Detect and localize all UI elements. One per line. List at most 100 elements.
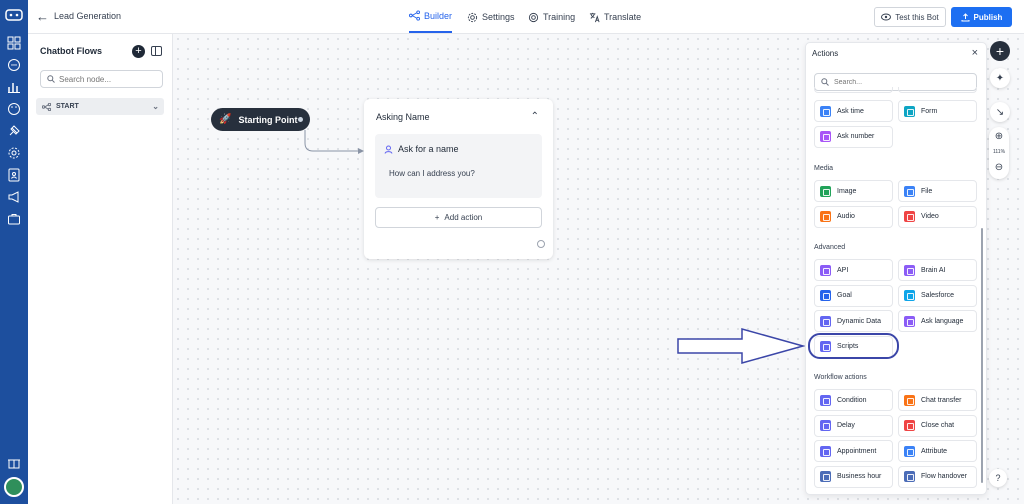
magic-wand-icon[interactable]: ✦ — [990, 68, 1010, 88]
flow-item-start[interactable]: START ⌄ — [36, 98, 164, 115]
toggle-panel-icon[interactable] — [151, 46, 162, 56]
node-port[interactable] — [537, 240, 545, 248]
action-item-label: Image — [837, 187, 857, 195]
attribute-icon — [904, 445, 915, 457]
action-item-flow-handover[interactable]: Flow handover — [898, 465, 977, 488]
action-item-ask-number[interactable]: Ask number — [814, 125, 893, 148]
action-item-goal[interactable]: Goal — [814, 284, 893, 307]
tab-translate[interactable]: Translate — [589, 0, 641, 34]
flow-icon — [42, 102, 51, 111]
brand-logo-icon[interactable] — [5, 8, 23, 22]
contacts-icon[interactable] — [7, 168, 21, 182]
search-icon — [47, 75, 55, 83]
gear-icon[interactable] — [7, 146, 21, 160]
search-node-input[interactable] — [59, 74, 149, 84]
dynamic-data-icon — [820, 315, 831, 327]
action-item-file[interactable]: File — [898, 180, 977, 202]
audio-icon — [820, 211, 831, 222]
action-item-condition[interactable]: Condition — [814, 389, 893, 411]
tab-label: Settings — [482, 12, 515, 22]
gift-icon[interactable] — [7, 455, 21, 469]
bar-chart-icon[interactable] — [7, 80, 21, 94]
action-item-close-chat[interactable]: Close chat — [898, 414, 977, 437]
action-item-brain-ai[interactable]: Brain AI — [898, 259, 977, 281]
api-icon — [820, 264, 831, 276]
arrow-annotation — [677, 328, 806, 364]
test-bot-button[interactable]: Test this Bot — [874, 7, 946, 27]
action-item-chat-transfer[interactable]: Chat transfer — [898, 389, 977, 411]
tab-label: Training — [543, 12, 576, 22]
plus-icon: + — [434, 213, 440, 222]
action-item-attribute[interactable]: Attribute — [898, 440, 977, 462]
palette-icon[interactable] — [7, 102, 21, 116]
add-node-button[interactable]: + — [990, 41, 1010, 61]
target-icon — [528, 12, 539, 22]
flow-item-label: START — [56, 103, 79, 110]
action-item-form[interactable]: Form — [898, 100, 977, 122]
ask-time-icon — [820, 105, 831, 117]
zoom-in-icon[interactable]: ⊕ — [993, 131, 1005, 142]
user-icon — [384, 145, 393, 154]
chevron-up-icon[interactable]: ⌃ — [531, 111, 539, 122]
megaphone-icon[interactable] — [7, 190, 21, 204]
business-hour-icon — [820, 471, 831, 482]
briefcase-icon[interactable] — [7, 212, 21, 226]
chevron-down-icon[interactable]: ⌄ — [152, 102, 159, 111]
action-item-label: Attribute — [921, 447, 948, 455]
chat-transfer-icon — [904, 394, 915, 406]
action-item-appointment[interactable]: Appointment — [814, 440, 893, 462]
action-item-label: Salesforce — [921, 292, 955, 299]
tab-settings[interactable]: Settings — [467, 0, 515, 34]
actions-search-input[interactable] — [834, 78, 954, 86]
add-flow-button[interactable]: + — [132, 45, 145, 58]
grid-icon[interactable] — [7, 36, 21, 50]
action-item-label: Form — [921, 107, 938, 115]
app-sidebar — [0, 0, 28, 504]
starting-point-node[interactable]: 🚀 Starting Point — [211, 108, 310, 131]
actions-panel: Actions × Ask time Form Ask number Media Ima… — [805, 42, 987, 495]
help-icon[interactable]: ? — [989, 469, 1007, 487]
chat-icon[interactable] — [7, 58, 21, 72]
actions-title: Actions — [812, 49, 839, 58]
node-port[interactable] — [298, 117, 303, 122]
form-icon — [904, 105, 915, 117]
gear-icon — [467, 12, 478, 22]
action-item-ask-time[interactable]: Ask time — [814, 100, 893, 122]
search-node-field[interactable] — [40, 70, 163, 88]
tab-training[interactable]: Training — [528, 0, 575, 34]
action-item-label: Brain AI — [921, 266, 946, 274]
rocket-icon: 🚀 — [219, 114, 232, 125]
action-item-salesforce[interactable]: Salesforce — [898, 284, 977, 307]
action-item-delay[interactable]: Delay — [814, 414, 893, 437]
plug-icon[interactable] — [7, 124, 21, 138]
flow-icon — [409, 10, 420, 21]
publish-button[interactable]: Publish — [951, 7, 1012, 27]
action-item-audio[interactable]: Audio — [814, 205, 893, 228]
action-item-ask-language[interactable]: Ask language — [898, 310, 977, 332]
ask-name-card[interactable]: Ask for a name How can I address you? — [375, 134, 542, 198]
translate-icon — [589, 12, 600, 22]
action-item-business-hour[interactable]: Business hour — [814, 465, 893, 488]
close-icon[interactable]: × — [972, 47, 978, 59]
condition-icon — [820, 394, 831, 406]
partial-row — [814, 87, 977, 95]
action-item-label: Ask time — [837, 107, 864, 115]
action-item-label: Chat transfer — [921, 396, 962, 404]
zoom-out-icon[interactable]: ⊖ — [993, 162, 1005, 173]
close-chat-icon — [904, 420, 915, 431]
tab-builder[interactable]: Builder — [409, 0, 453, 33]
scrollbar[interactable] — [981, 228, 983, 483]
arrow-left-icon[interactable]: ← — [36, 10, 50, 24]
action-item-label: Audio — [837, 213, 855, 220]
action-item-image[interactable]: Image — [814, 180, 893, 202]
action-item-label: Condition — [837, 396, 867, 404]
tab-label: Builder — [424, 10, 453, 21]
collapse-icon[interactable]: ↘ — [990, 102, 1010, 122]
action-item-dynamic-data[interactable]: Dynamic Data — [814, 310, 893, 332]
add-action-button[interactable]: + Add action — [375, 207, 542, 228]
flow-handover-icon — [904, 471, 915, 482]
action-item-video[interactable]: Video — [898, 205, 977, 228]
asking-name-node[interactable]: Asking Name ⌃ Ask for a name How can I a… — [364, 99, 553, 259]
action-item-api[interactable]: API — [814, 259, 893, 281]
avatar[interactable] — [4, 477, 24, 497]
